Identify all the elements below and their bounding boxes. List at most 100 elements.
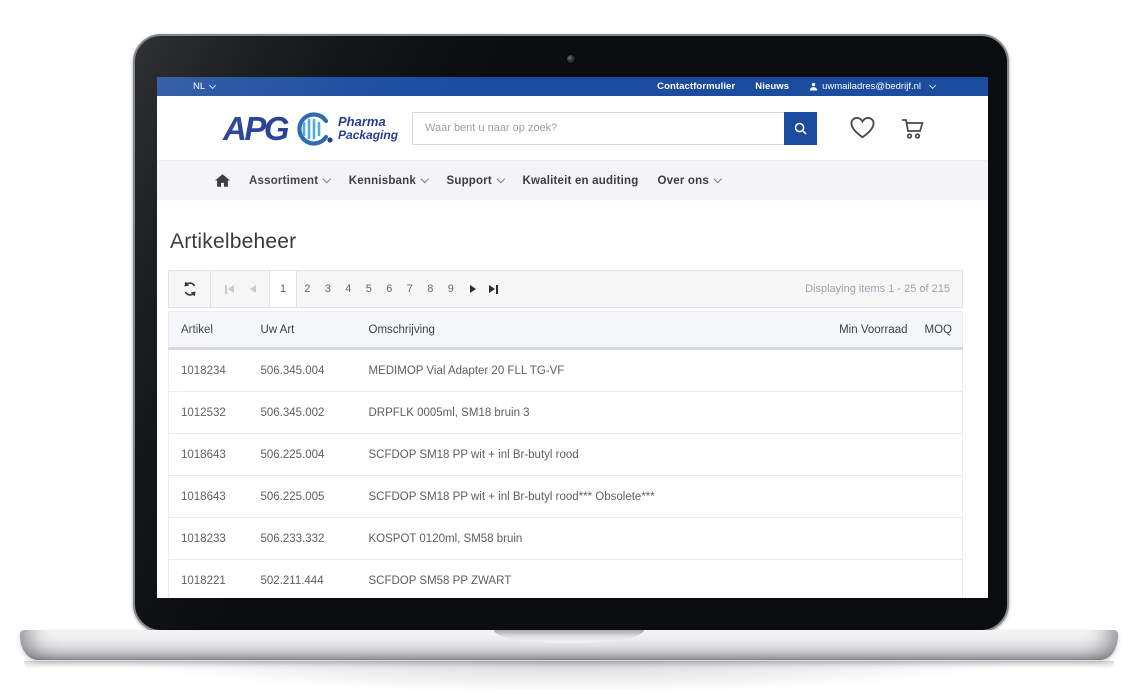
cell-artikel: 1018233 [169,518,261,560]
person-icon [809,82,818,91]
column-header-artikel: Artikel [169,312,261,349]
nav-item-kennisbank[interactable]: Kennisbank [349,175,428,187]
page-number[interactable]: 5 [359,271,380,307]
cell-moq [908,434,963,476]
next-page-button[interactable] [470,271,476,307]
nav-item-label: Support [446,175,491,187]
search-input[interactable] [412,112,784,145]
cell-omschrijving: SCFDOP SM18 PP wit + inl Br-butyl rood [369,434,798,476]
cell-uw-art: 506.345.002 [261,392,369,434]
language-selector[interactable]: NL [193,81,215,92]
next-page-icon [470,285,476,293]
laptop-lid-notch [494,630,644,643]
table-row: 1018221 502.211.444 SCFDOP SM58 PP ZWART [169,560,963,599]
page-number[interactable]: 2 [297,271,318,307]
account-menu[interactable]: uwmailadres@bedrijf.nl [809,81,935,92]
site-header: APG Pharma Packaging [157,96,988,160]
pagination-status: Displaying items 1 - 25 of 215 [805,283,962,295]
page-number[interactable]: 3 [318,271,339,307]
cell-uw-art: 506.233.332 [261,518,369,560]
logo-line-packaging: Packaging [338,129,398,142]
table-row: 1018643 506.225.005 SCFDOP SM18 PP wit +… [169,476,963,518]
nav-item-label: Over ons [657,175,708,187]
language-label: NL [193,81,205,92]
chevron-down-icon [421,175,429,183]
cart-button[interactable] [899,116,925,140]
page-title: Artikelbeheer [170,228,963,255]
page-number[interactable]: 4 [338,271,359,307]
cell-uw-art: 506.225.005 [261,476,369,518]
cell-min-voorraad [798,476,908,518]
cell-omschrijving: SCFDOP SM18 PP wit + inl Br-butyl rood**… [369,476,798,518]
table-row: 1012532 506.345.002 DRPFLK 0005ml, SM18 … [169,392,963,434]
nav-item-kwaliteit-en-auditing[interactable]: Kwaliteit en auditing [522,175,638,187]
cell-uw-art: 506.225.004 [261,434,369,476]
header-action-icons [849,116,925,140]
nieuws-link[interactable]: Nieuws [755,81,789,92]
laptop-lid: NL Contactformulier Nieuws uwmailadres@b… [133,34,1009,632]
last-page-icon [489,285,495,293]
nav-item-support[interactable]: Support [446,175,503,187]
last-page-button[interactable] [489,271,498,307]
home-icon [215,174,230,187]
nav-item-assortiment[interactable]: Assortiment [249,175,330,187]
page-number[interactable]: 9 [441,271,462,307]
cell-artikel: 1018221 [169,560,261,599]
nav-home[interactable] [215,174,230,187]
previous-page-icon [250,285,256,293]
nav-item-label: Kwaliteit en auditing [522,175,638,187]
chevron-down-icon [714,175,722,183]
nav-item-over-ons[interactable]: Over ons [657,175,720,187]
cell-moq [908,349,963,392]
shopping-cart-icon [899,116,925,140]
page-number[interactable]: 7 [400,271,421,307]
first-page-icon [225,285,227,294]
refresh-icon [182,281,198,297]
nav-item-label: Kennisbank [349,175,416,187]
cell-artikel: 1018643 [169,476,261,518]
page-number[interactable]: 6 [379,271,400,307]
cell-artikel: 1018234 [169,349,261,392]
logo[interactable]: APG Pharma Packaging [223,107,398,149]
cell-moq [908,476,963,518]
topbar-links: Contactformulier Nieuws uwmailadres@bedr… [657,81,935,92]
wishlist-button[interactable] [849,116,876,140]
logo-line-pharma: Pharma [338,115,398,129]
refresh-button[interactable] [169,271,211,307]
user-email: uwmailadres@bedrijf.nl [822,81,921,92]
laptop-base [20,630,1118,660]
cell-uw-art: 506.345.004 [261,349,369,392]
logo-text-lines: Pharma Packaging [338,115,398,141]
dna-swoosh-icon [290,109,334,149]
search-button[interactable] [784,112,817,145]
magnifier-icon [793,121,808,136]
page-number[interactable]: 8 [420,271,441,307]
cell-min-voorraad [798,518,908,560]
cell-moq [908,560,963,599]
table-row: 1018234 506.345.004 MEDIMOP Vial Adapter… [169,349,963,392]
main-navigation: Assortiment Kennisbank Support Kwaliteit… [157,160,988,200]
page-number-current[interactable]: 1 [269,271,297,307]
cell-artikel: 1012532 [169,392,261,434]
cell-min-voorraad [798,434,908,476]
articles-table: Artikel Uw Art Omschrijving Min Voorraad… [168,311,963,598]
column-header-omschrijving: Omschrijving [369,312,798,349]
contactformulier-link[interactable]: Contactformulier [657,81,735,92]
chevron-down-icon [209,82,216,89]
browser-viewport: NL Contactformulier Nieuws uwmailadres@b… [157,77,988,598]
utility-topbar: NL Contactformulier Nieuws uwmailadres@b… [157,77,988,96]
prev-page-button[interactable] [250,285,256,293]
nav-item-label: Assortiment [249,175,318,187]
cell-omschrijving: KOSPOT 0120ml, SM58 bruin [369,518,798,560]
cell-moq [908,392,963,434]
search-bar [412,112,817,145]
pagination-bar: 1 2 3 4 5 6 7 8 9 Displaying items 1 - 2… [168,270,963,308]
cell-omschrijving: MEDIMOP Vial Adapter 20 FLL TG-VF [369,349,798,392]
heart-icon [849,116,876,140]
first-page-button[interactable] [225,285,234,294]
cell-uw-art: 502.211.444 [261,560,369,599]
column-header-moq: MOQ [908,312,963,349]
cell-moq [908,518,963,560]
chevron-down-icon [929,82,936,89]
cell-min-voorraad [798,560,908,599]
